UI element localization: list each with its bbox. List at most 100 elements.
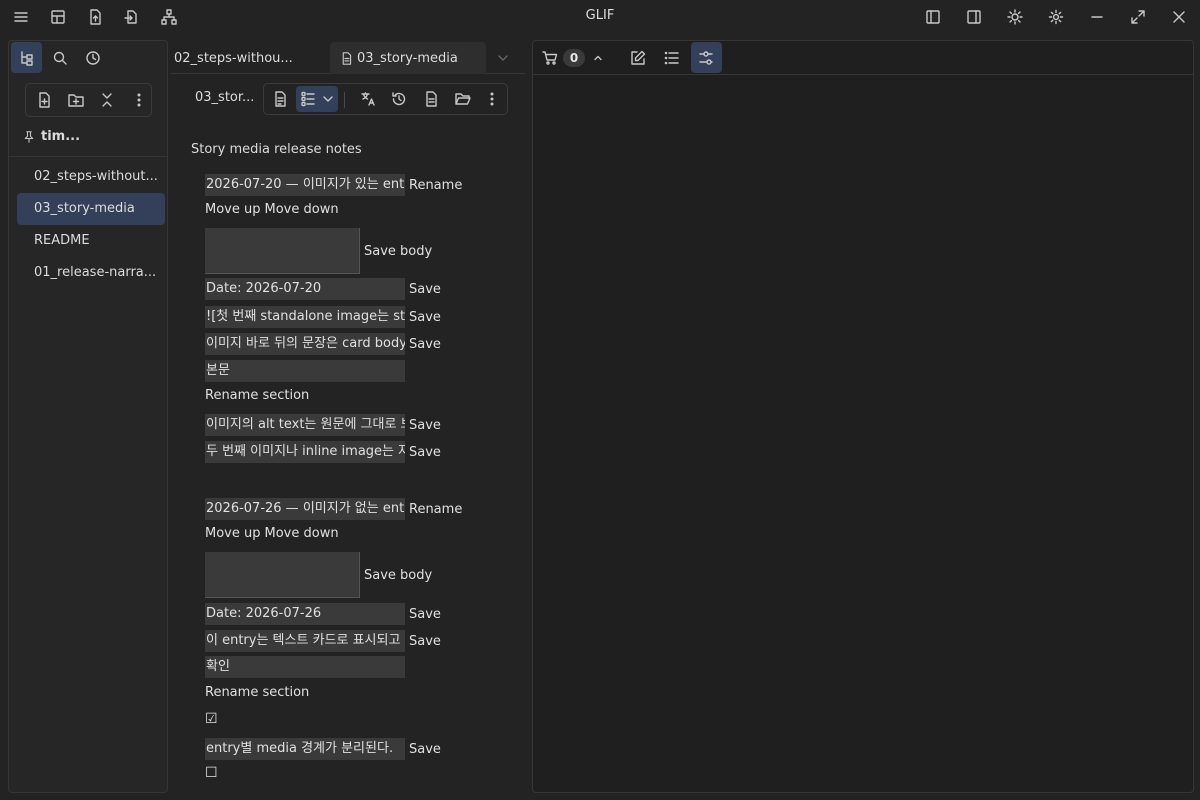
search-icon [52,50,68,66]
close-icon[interactable] [1170,8,1188,26]
right-panel-icon[interactable] [965,8,983,26]
move-down-button[interactable]: Move down [265,526,339,541]
save-button[interactable]: Save [409,310,441,325]
save-button[interactable]: Save [409,607,441,622]
history-icon[interactable] [387,87,411,111]
entry-body-row: Save body [205,228,432,274]
file-list: 02_steps-without... 03_story-media READM… [17,161,165,289]
sidebar-divider [9,156,167,157]
section-heading-input[interactable]: 본문 [205,360,405,382]
tab-label: 02_steps-withou... [174,50,293,66]
check-line-input[interactable]: entry별 media 경계가 분리된다. [205,738,405,760]
vault-name: tim... [41,129,81,144]
structure-view-toggle[interactable] [296,86,338,112]
section-heading-row: 확인 [205,656,405,678]
entry-date-input[interactable]: Date: 2026-07-26 [205,603,405,625]
save-button[interactable]: Save [409,742,441,757]
rename-button[interactable]: Rename [409,178,462,193]
sliders-icon[interactable] [697,49,715,67]
section-line-input[interactable]: 이미지의 alt text는 원문에 그대로 보 [205,414,405,436]
title-bar: GLIF [0,0,1200,34]
file-item-readme[interactable]: README [17,225,165,257]
chevron-up-icon[interactable] [589,49,607,67]
minimize-icon[interactable] [1088,8,1106,26]
tab-02-steps[interactable]: 02_steps-withou... [174,42,302,74]
entry-line-input[interactable]: 이미지 바로 뒤의 문장은 card body [205,333,405,355]
rename-section-button[interactable]: Rename section [205,685,309,700]
save-button[interactable]: Save [409,282,441,297]
save-button[interactable]: Save [409,337,441,352]
section-heading-input[interactable]: 확인 [205,656,405,678]
save-body-button[interactable]: Save body [364,244,432,259]
translate-icon[interactable] [356,87,380,111]
save-button[interactable]: Save [409,445,441,460]
move-down-button[interactable]: Move down [265,202,339,217]
file-item-01-release[interactable]: 01_release-narra... [17,257,165,289]
history-tab[interactable] [77,42,108,73]
list-icon[interactable] [663,49,681,67]
clock-icon [85,50,101,66]
entry-body-textarea[interactable] [205,552,360,598]
maximize-icon[interactable] [1129,8,1147,26]
tab-list-chevron-icon[interactable] [495,50,511,66]
rename-section-button[interactable]: Rename section [205,388,309,403]
page-icon[interactable] [419,87,443,111]
save-button[interactable]: Save [409,634,441,649]
save-body-button[interactable]: Save body [364,568,432,583]
move-up-button[interactable]: Move up [205,202,261,217]
collapse-all-icon[interactable] [96,88,120,112]
checked-checkbox[interactable]: ☑ [205,711,218,727]
settings-gear-icon[interactable] [1047,8,1065,26]
right-pane-toolbar: 0 [533,41,1193,75]
left-panel-icon[interactable] [924,8,942,26]
section-line-row: 이미지의 alt text는 원문에 그대로 보 Save [205,414,441,436]
structure-list-icon [298,89,318,109]
editor-toolbar [263,83,508,115]
search-tab[interactable] [44,42,75,73]
file-item-03-story-media[interactable]: 03_story-media [17,193,165,225]
cart-icon[interactable] [541,49,559,67]
rename-section-row: Rename section [205,388,309,403]
right-pane: 0 [532,40,1194,793]
move-up-button[interactable]: Move up [205,526,261,541]
unchecked-checkbox[interactable]: ☐ [205,765,218,781]
section-line-input[interactable]: 두 번째 이미지나 inline image는 자 [205,441,405,463]
entry-body-textarea[interactable] [205,228,360,274]
rename-section-row: Rename section [205,685,309,700]
cart-count-badge: 0 [563,49,585,67]
entry-heading-input[interactable]: 2026-07-26 — 이미지가 없는 entry [205,498,405,520]
entry-line-row: ![첫 번째 standalone image는 story Save [205,306,441,328]
tab-03-story-media[interactable]: 03_story-media [330,42,486,74]
section-heading-row: 본문 [205,360,405,382]
entry-heading-input[interactable]: 2026-07-20 — 이미지가 있는 entry [205,174,405,196]
edit-icon[interactable] [629,49,647,67]
file-item-02-steps[interactable]: 02_steps-without... [17,161,165,193]
file-tree-tab[interactable] [11,42,42,73]
more-vertical-icon[interactable] [480,87,504,111]
more-vertical-icon[interactable] [127,88,151,112]
entry-move-row: Move up Move down [205,202,339,217]
sidebar: tim... 02_steps-without... 03_story-medi… [8,40,168,793]
folder-open-icon[interactable] [451,87,475,111]
section-line-row: 두 번째 이미지나 inline image는 자 Save [205,441,441,463]
entry-line-input[interactable]: ![첫 번째 standalone image는 story [205,306,405,328]
entry-line-input[interactable]: 이 entry는 텍스트 카드로 표시되고 있 [205,630,405,652]
document-title: Story media release notes [191,142,362,157]
document-editor: Story media release notes 2026-07-20 — 이… [170,120,525,800]
new-file-icon[interactable] [32,88,56,112]
entry-date-row: Date: 2026-07-20 Save [205,278,441,300]
source-view-icon[interactable] [268,87,292,111]
new-folder-icon[interactable] [64,88,88,112]
save-button[interactable]: Save [409,418,441,433]
entry-move-row: Move up Move down [205,526,339,541]
entry-body-row: Save body [205,552,432,598]
entry-line-row: 이 entry는 텍스트 카드로 표시되고 있 Save [205,630,441,652]
pin-icon [23,130,35,143]
rename-button[interactable]: Rename [409,502,462,517]
document-icon [340,51,353,65]
entry-date-input[interactable]: Date: 2026-07-20 [205,278,405,300]
entry-date-row: Date: 2026-07-26 Save [205,603,441,625]
theme-sun-icon[interactable] [1006,8,1024,26]
tab-label: 03_story-media [357,50,458,66]
vault-header[interactable]: tim... [23,129,80,144]
